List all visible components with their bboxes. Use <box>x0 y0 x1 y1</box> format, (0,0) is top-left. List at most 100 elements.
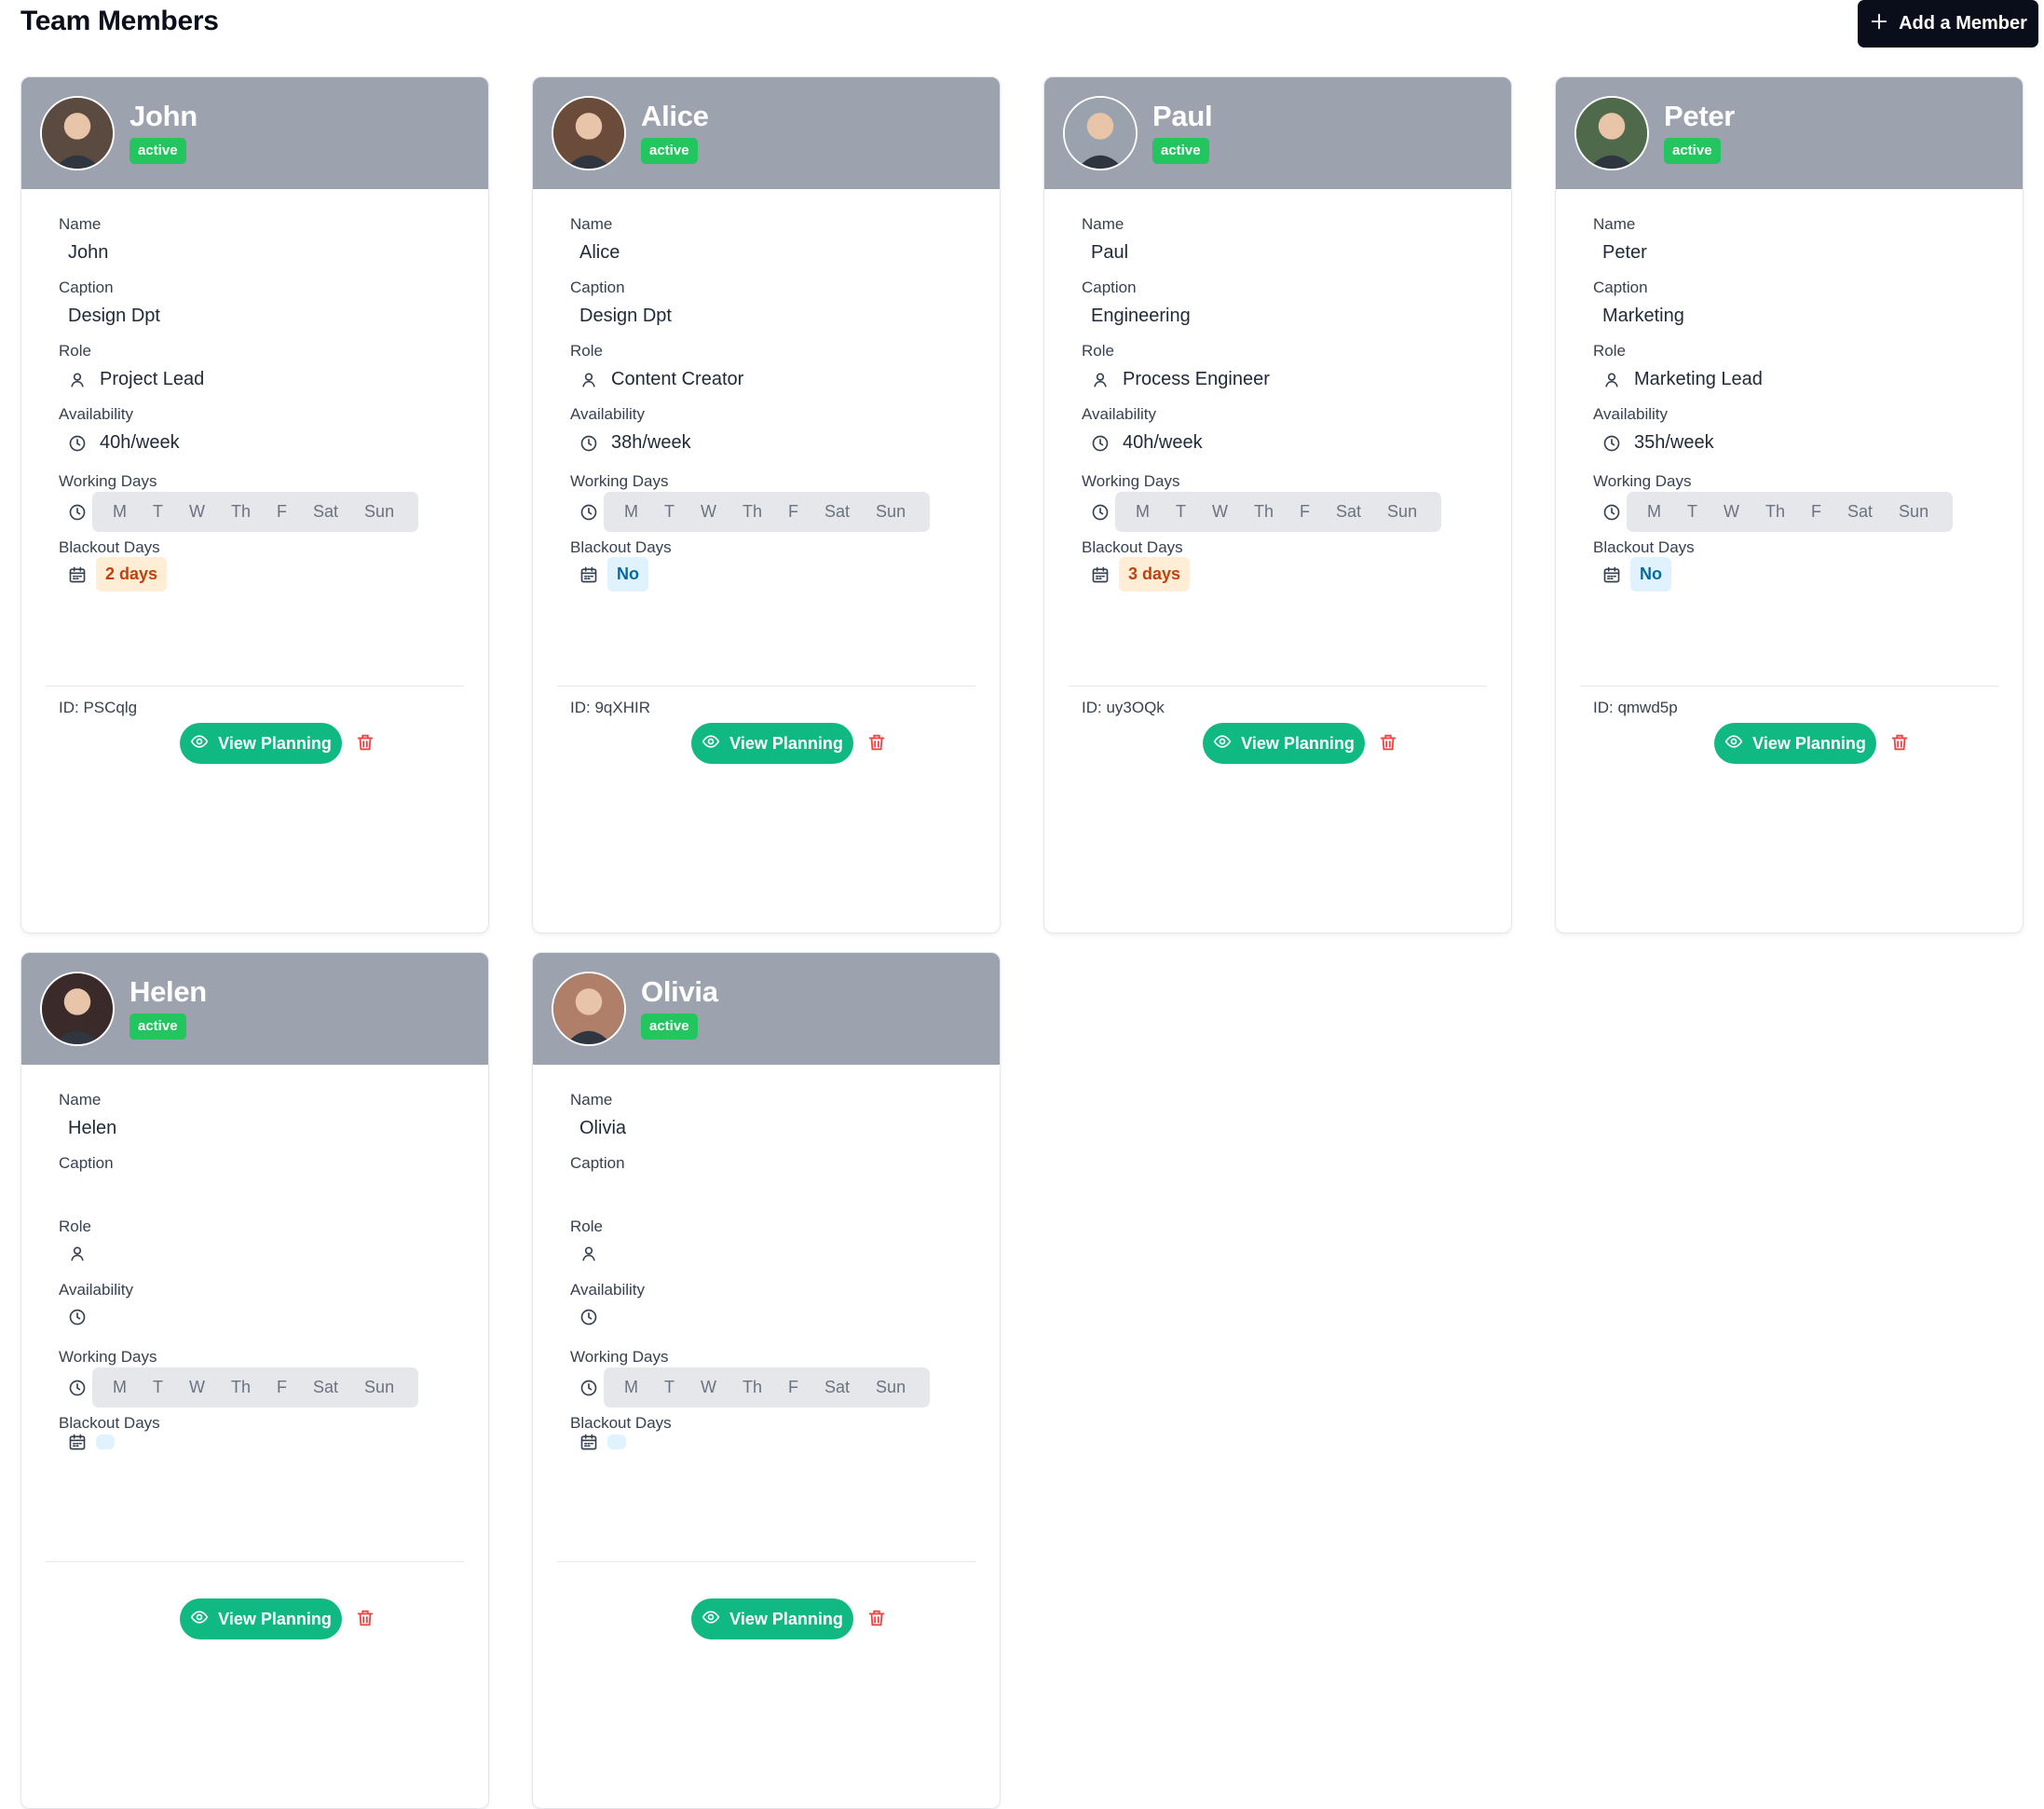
name-label: Name <box>59 215 102 233</box>
trash-icon <box>355 1610 375 1631</box>
day-toggle[interactable]: W <box>688 502 729 522</box>
day-toggle[interactable]: W <box>1710 502 1752 522</box>
day-toggle[interactable]: F <box>264 1378 300 1397</box>
role-row <box>579 1245 611 1263</box>
day-toggle[interactable]: Th <box>1752 502 1798 522</box>
working-days-row: M T W Th F Sat Sun <box>579 492 931 532</box>
delete-member-button[interactable] <box>1377 732 1399 755</box>
day-toggle[interactable]: T <box>140 502 176 522</box>
day-toggle[interactable]: Sun <box>1374 502 1430 522</box>
view-planning-label: View Planning <box>218 733 332 753</box>
day-toggle[interactable]: M <box>1123 502 1163 522</box>
day-toggle[interactable]: F <box>775 502 811 522</box>
delete-member-button[interactable] <box>865 732 888 755</box>
eye-icon <box>702 732 720 755</box>
team-members-page: Team Members Add a Member John active Na… <box>0 0 2044 1809</box>
blackout-days-label: Blackout Days <box>1082 538 1183 556</box>
delete-member-button[interactable] <box>354 732 376 755</box>
day-toggle[interactable]: W <box>176 1378 218 1397</box>
view-planning-button[interactable]: View Planning <box>180 723 342 764</box>
day-toggle[interactable]: Sat <box>1323 502 1374 522</box>
name-value: John <box>68 242 109 263</box>
day-toggle[interactable]: Sat <box>300 502 351 522</box>
view-planning-button[interactable]: View Planning <box>691 723 853 764</box>
day-toggle[interactable]: Sun <box>863 1378 919 1397</box>
availability-label: Availability <box>59 405 134 423</box>
calendar-icon <box>1091 565 1110 584</box>
day-toggle[interactable]: Sun <box>351 502 407 522</box>
day-toggle[interactable]: M <box>1634 502 1674 522</box>
day-toggle[interactable]: M <box>611 502 651 522</box>
clock-icon <box>68 1308 87 1326</box>
day-toggle[interactable]: T <box>651 502 688 522</box>
avatar <box>1574 96 1649 170</box>
working-days-row: M T W Th F Sat Sun <box>68 1367 419 1408</box>
view-planning-button[interactable]: View Planning <box>1203 723 1365 764</box>
clock-icon <box>579 1379 598 1397</box>
clock-icon <box>68 434 87 453</box>
delete-member-button[interactable] <box>354 1608 376 1630</box>
day-toggle[interactable]: W <box>176 502 218 522</box>
avatar <box>552 972 626 1046</box>
card-body: Name Alice Caption Design Dpt Role Conte… <box>533 189 1000 932</box>
blackout-days-badge <box>96 1435 115 1449</box>
day-toggle[interactable]: F <box>775 1378 811 1397</box>
day-toggle[interactable]: M <box>100 1378 140 1397</box>
day-toggle[interactable]: T <box>1163 502 1199 522</box>
availability-value: 38h/week <box>611 432 691 453</box>
role-value: Project Lead <box>100 369 205 389</box>
name-value: Peter <box>1602 242 1647 263</box>
caption-value: Design Dpt <box>579 306 672 326</box>
calendar-icon <box>68 1433 87 1451</box>
day-toggle[interactable]: Th <box>218 1378 264 1397</box>
day-toggle[interactable]: Sat <box>1834 502 1886 522</box>
clock-icon <box>1602 434 1621 453</box>
name-label: Name <box>1082 215 1124 233</box>
name-value: Paul <box>1091 242 1129 263</box>
trash-icon <box>355 734 375 755</box>
caption-value: Design Dpt <box>68 306 160 326</box>
day-toggle[interactable]: Sun <box>351 1378 407 1397</box>
day-toggle[interactable]: Sat <box>811 502 863 522</box>
day-toggle[interactable]: Sun <box>863 502 919 522</box>
day-toggle[interactable]: W <box>1199 502 1241 522</box>
view-planning-button[interactable]: View Planning <box>691 1598 853 1639</box>
blackout-row <box>579 1433 626 1451</box>
day-toggle[interactable]: M <box>100 502 140 522</box>
card-header: Alice active <box>533 77 1000 189</box>
working-days-toggle-group: M T W Th F Sat Sun <box>1627 492 1954 532</box>
day-toggle[interactable]: Sat <box>300 1378 351 1397</box>
view-planning-button[interactable]: View Planning <box>180 1598 342 1639</box>
day-toggle[interactable]: M <box>611 1378 651 1397</box>
day-toggle[interactable]: Sun <box>1886 502 1942 522</box>
day-toggle[interactable]: Th <box>729 1378 775 1397</box>
card-header: Peter active <box>1556 77 2023 189</box>
role-label: Role <box>59 342 91 360</box>
day-toggle[interactable]: F <box>264 502 300 522</box>
day-toggle[interactable]: T <box>140 1378 176 1397</box>
view-planning-label: View Planning <box>729 1609 843 1628</box>
day-toggle[interactable]: Sat <box>811 1378 863 1397</box>
day-toggle[interactable]: Th <box>729 502 775 522</box>
availability-label: Availability <box>1593 405 1669 423</box>
blackout-days-badge: No <box>1630 557 1671 592</box>
day-toggle[interactable]: F <box>1287 502 1323 522</box>
name-label: Name <box>570 215 613 233</box>
view-planning-button[interactable]: View Planning <box>1714 723 1876 764</box>
working-days-label: Working Days <box>1593 472 1692 490</box>
day-toggle[interactable]: W <box>688 1378 729 1397</box>
role-label: Role <box>1082 342 1114 360</box>
blackout-days-badge: No <box>607 557 648 592</box>
day-toggle[interactable]: T <box>651 1378 688 1397</box>
user-icon <box>68 1245 87 1263</box>
delete-member-button[interactable] <box>865 1608 888 1630</box>
day-toggle[interactable]: Th <box>218 502 264 522</box>
clock-icon <box>1602 503 1621 522</box>
day-toggle[interactable]: F <box>1798 502 1834 522</box>
delete-member-button[interactable] <box>1888 732 1911 755</box>
day-toggle[interactable]: T <box>1674 502 1710 522</box>
caption-label: Caption <box>1082 279 1137 296</box>
day-toggle[interactable]: Th <box>1241 502 1287 522</box>
member-header-name: Helen <box>129 975 207 1008</box>
add-member-button[interactable]: Add a Member <box>1858 0 2038 48</box>
